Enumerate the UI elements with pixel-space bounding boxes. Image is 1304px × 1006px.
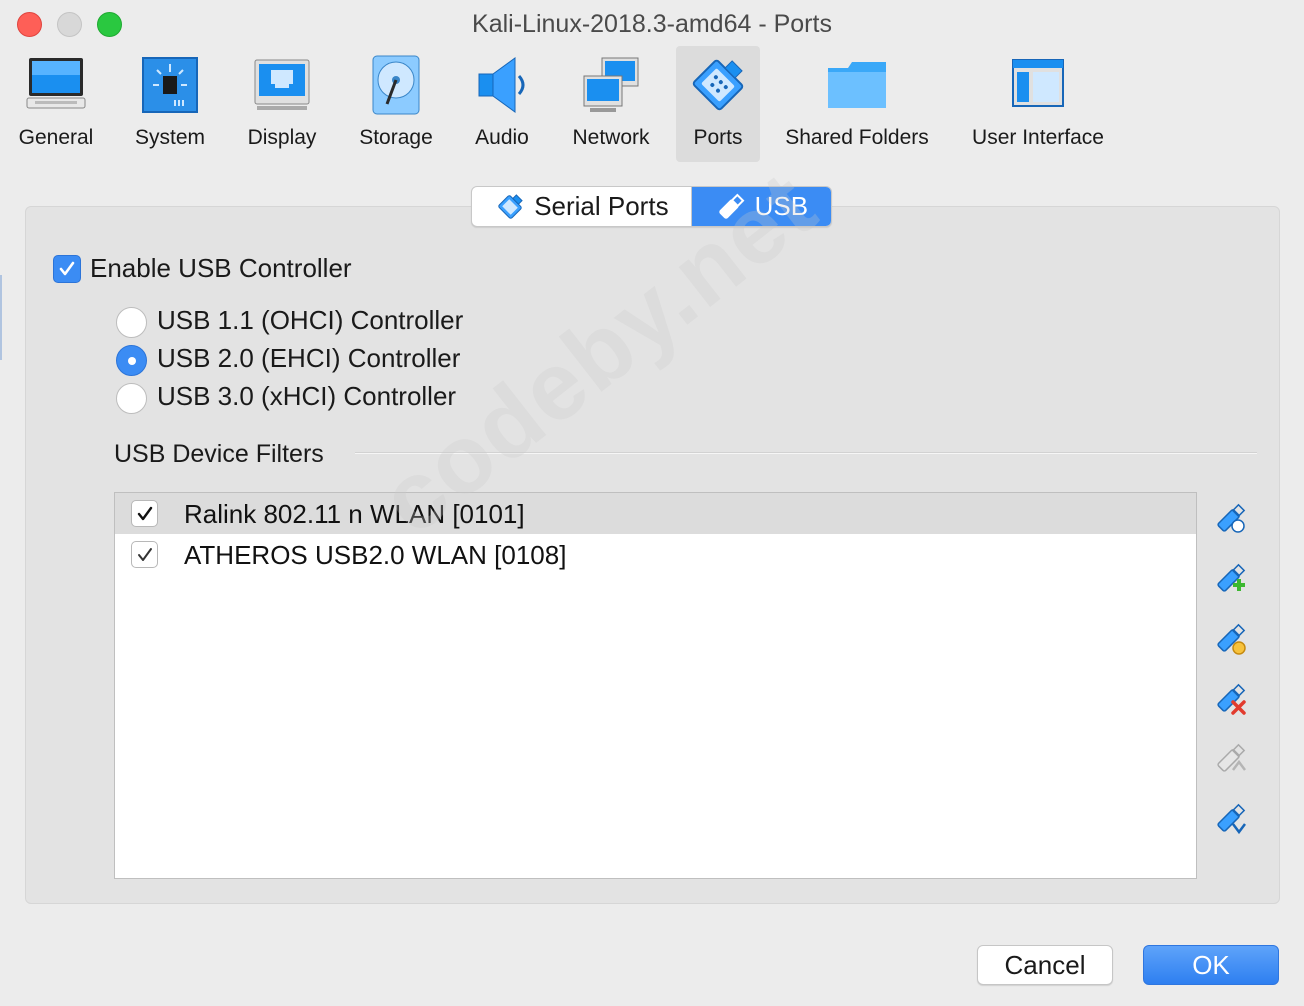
toolbar-item-audio[interactable]: Audio — [466, 46, 538, 162]
toolbar-label: Display — [247, 126, 317, 149]
radio-usb-3-0[interactable] — [116, 383, 147, 414]
tab-serial-ports-label: Serial Ports — [534, 191, 669, 221]
toolbar-item-user-interface[interactable]: User Interface — [962, 46, 1114, 162]
toolbar-item-system[interactable]: System — [126, 46, 214, 162]
toolbar-item-storage[interactable]: Storage — [350, 46, 442, 162]
window-icon — [1012, 59, 1064, 107]
checkmark-icon — [137, 547, 152, 561]
toolbar-item-display[interactable]: Display — [238, 46, 326, 162]
tab-serial-ports[interactable]: Serial Ports — [472, 187, 692, 226]
title-bar[interactable]: Kali-Linux-2018.3-amd64 - Ports — [0, 0, 1304, 48]
move-filter-up-button — [1211, 740, 1249, 778]
move-filter-down-button[interactable] — [1211, 800, 1249, 838]
usb-filter-add-empty-icon — [1217, 503, 1246, 533]
radio-usb-1-1[interactable] — [116, 307, 147, 338]
monitor-icon — [26, 58, 86, 109]
enable-usb-checkbox[interactable] — [53, 255, 81, 283]
checkmark-icon — [137, 506, 152, 520]
radio-usb-3-0-label[interactable]: USB 3.0 (xHCI) Controller — [157, 381, 456, 412]
toolbar-label: System — [134, 126, 205, 149]
usb-filter-edit-icon — [1217, 623, 1246, 655]
list-item[interactable]: Ralink 802.11 n WLAN [0101] — [115, 493, 1196, 534]
toolbar-item-network[interactable]: Network — [562, 46, 660, 162]
tab-usb-label: USB — [754, 191, 809, 221]
add-empty-filter-button[interactable] — [1211, 500, 1249, 538]
radio-usb-2-0[interactable] — [116, 345, 147, 376]
toolbar-item-shared-folders[interactable]: Shared Folders — [780, 46, 934, 162]
filter-label: ATHEROS USB2.0 WLAN [0108] — [184, 540, 567, 570]
enable-usb-label[interactable]: Enable USB Controller — [90, 253, 352, 284]
filter-checkbox[interactable] — [131, 541, 158, 568]
toolbar-label: User Interface — [972, 126, 1104, 149]
serial-port-icon — [498, 193, 523, 219]
radio-usb-2-0-label[interactable]: USB 2.0 (EHCI) Controller — [157, 343, 460, 374]
filter-label: Ralink 802.11 n WLAN [0101] — [184, 499, 525, 529]
usb-filter-move-up-icon — [1217, 743, 1246, 772]
toolbar-item-ports[interactable]: Ports — [676, 46, 760, 162]
usb-filter-remove-icon — [1217, 683, 1246, 715]
settings-toolbar: General System Display Storage Audio Net… — [0, 46, 1304, 162]
section-divider — [355, 452, 1257, 454]
toolbar-label: Storage — [359, 126, 433, 149]
chip-icon — [142, 57, 198, 113]
usb-filter-move-down-icon — [1217, 803, 1246, 835]
ok-button[interactable]: OK — [1143, 945, 1279, 985]
add-filter-from-device-button[interactable] — [1211, 560, 1249, 598]
window-title: Kali-Linux-2018.3-amd64 - Ports — [472, 10, 832, 38]
disk-icon — [372, 55, 420, 115]
remove-filter-button[interactable] — [1211, 680, 1249, 718]
toolbar-item-general[interactable]: General — [10, 46, 102, 162]
toolbar-label: Shared Folders — [785, 126, 929, 149]
network-icon — [583, 57, 639, 112]
toolbar-label: Network — [572, 126, 650, 149]
toolbar-label: General — [18, 126, 94, 149]
ports-tab-bar: Serial Ports USB — [471, 186, 832, 227]
list-item[interactable]: ATHEROS USB2.0 WLAN [0108] — [115, 534, 1196, 575]
window-edge-decoration — [0, 275, 2, 360]
cancel-button[interactable]: Cancel — [977, 945, 1113, 985]
toolbar-label: Audio — [475, 126, 529, 149]
serial-port-icon — [692, 59, 744, 111]
settings-window: Kali-Linux-2018.3-amd64 - Ports General — [0, 0, 1304, 1006]
folder-icon — [828, 62, 886, 108]
tab-usb[interactable]: USB — [691, 187, 831, 226]
edit-filter-button[interactable] — [1211, 620, 1249, 658]
usb-filter-add-from-device-icon — [1217, 563, 1246, 592]
speaker-icon — [478, 57, 525, 113]
toolbar-label: Ports — [693, 126, 743, 149]
display-icon — [254, 59, 310, 110]
filter-checkbox[interactable] — [131, 500, 158, 527]
radio-usb-1-1-label[interactable]: USB 1.1 (OHCI) Controller — [157, 305, 463, 336]
usb-device-filters-title: USB Device Filters — [114, 440, 324, 468]
usb-filters-list[interactable]: Ralink 802.11 n WLAN [0101] ATHEROS USB2… — [114, 492, 1197, 879]
usb-icon — [718, 193, 745, 219]
checkmark-icon — [59, 261, 75, 276]
